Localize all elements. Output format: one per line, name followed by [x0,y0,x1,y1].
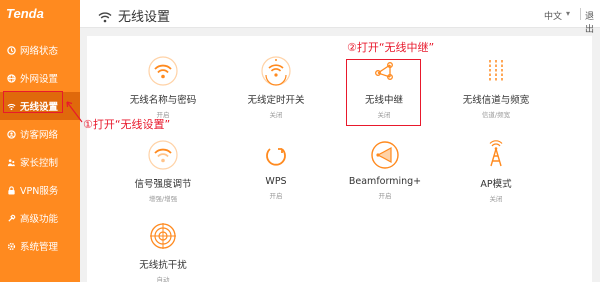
tile-label: 信号强度调节 [134,179,192,190]
wifi-icon [98,8,112,27]
tenda-logo: Tenda [6,6,44,21]
sidebar-item-label: VPN服务 [20,186,59,197]
tile-label: AP模式 [480,179,512,190]
sidebar-item-vpn[interactable]: VPN服务 [0,176,80,204]
active-item-highlight-box [3,91,63,113]
annotation-arrow-icon [66,101,83,123]
tile-status: 关闭 [489,195,503,203]
vpn-icon [7,185,16,195]
page-title: 无线设置 [118,10,171,25]
signal-strength-icon [148,140,178,170]
guest-icon [7,129,16,139]
tile-label: 无线信道与频宽 [462,95,530,106]
tile-beamforming[interactable]: Beamforming+ 开启 [330,140,440,200]
relay-highlight-box [346,59,421,126]
tile-label: 无线抗干扰 [139,260,187,271]
language-select[interactable]: 中文 [544,9,562,22]
wps-icon [266,148,286,166]
sidebar-item-parental-control[interactable]: 家长控制 [0,148,80,176]
sidebar-item-label: 访客网络 [20,130,59,141]
tile-label: 无线名称与密码 [129,95,197,106]
sidebar: Tenda 网络状态 外网设置 无线设置 访客网络 家长控制 VPN服务 高级功… [0,0,80,282]
ap-mode-icon [489,140,503,167]
sidebar-item-label: 家长控制 [20,158,59,169]
advanced-icon [7,214,16,223]
tile-status: 开启 [378,192,392,200]
tile-anti-interference[interactable]: 无线抗干扰 自动 [108,221,218,282]
tile-status: 自动 [156,276,170,282]
sidebar-item-advanced[interactable]: 高级功能 [0,204,80,232]
sidebar-item-network-status[interactable]: 网络状态 [0,36,80,64]
sidebar-item-label: 系统管理 [20,242,59,253]
gear-icon [7,242,16,251]
globe-icon [7,73,16,83]
router-admin-page: Tenda 网络状态 外网设置 无线设置 访客网络 家长控制 VPN服务 高级功… [0,0,600,282]
wifi-icon [148,56,178,86]
beamforming-icon [371,141,399,169]
status-icon [7,45,16,55]
tile-status: 开启 [269,192,283,200]
tile-status: 增强/增强 [148,195,178,203]
logout-link[interactable]: 退出 [585,9,600,35]
channel-icon [489,60,503,82]
tile-wifi-name-password[interactable]: 无线名称与密码 开启 [108,56,218,119]
tile-label: WPS [265,176,287,187]
header: 无线设置 中文 ▾ 退出 [80,0,600,35]
sidebar-item-system-management[interactable]: 系统管理 [0,232,80,260]
parental-icon [7,158,16,167]
annotation-step-1: ①打开“无线设置” [83,118,171,131]
tile-signal-strength[interactable]: 信号强度调节 增强/增强 [108,140,218,203]
chevron-down-icon[interactable]: ▾ [566,9,570,18]
tile-label: Beamforming+ [348,176,422,187]
sidebar-item-label: 外网设置 [20,74,59,85]
tile-label: 无线定时开关 [247,95,305,106]
tile-status: 信道/频宽 [481,111,511,119]
header-divider [580,8,581,20]
tile-ap-mode[interactable]: AP模式 关闭 [441,140,551,203]
anti-interference-icon [150,223,176,249]
sidebar-nav: 网络状态 外网设置 无线设置 访客网络 家长控制 VPN服务 高级功能 系统管理 [0,36,80,260]
annotation-step-2: ②打开“无线中继” [347,41,435,54]
sidebar-item-label: 网络状态 [20,46,59,57]
wifi-timer-icon [261,56,291,86]
tile-wps[interactable]: WPS 开启 [221,140,331,200]
tile-wifi-schedule[interactable]: 无线定时开关 关闭 [221,56,331,119]
tile-channel-bandwidth[interactable]: 无线信道与频宽 信道/频宽 [441,56,551,119]
tile-status: 关闭 [269,111,283,119]
sidebar-item-label: 高级功能 [20,214,59,225]
sidebar-item-wan-settings[interactable]: 外网设置 [0,64,80,92]
